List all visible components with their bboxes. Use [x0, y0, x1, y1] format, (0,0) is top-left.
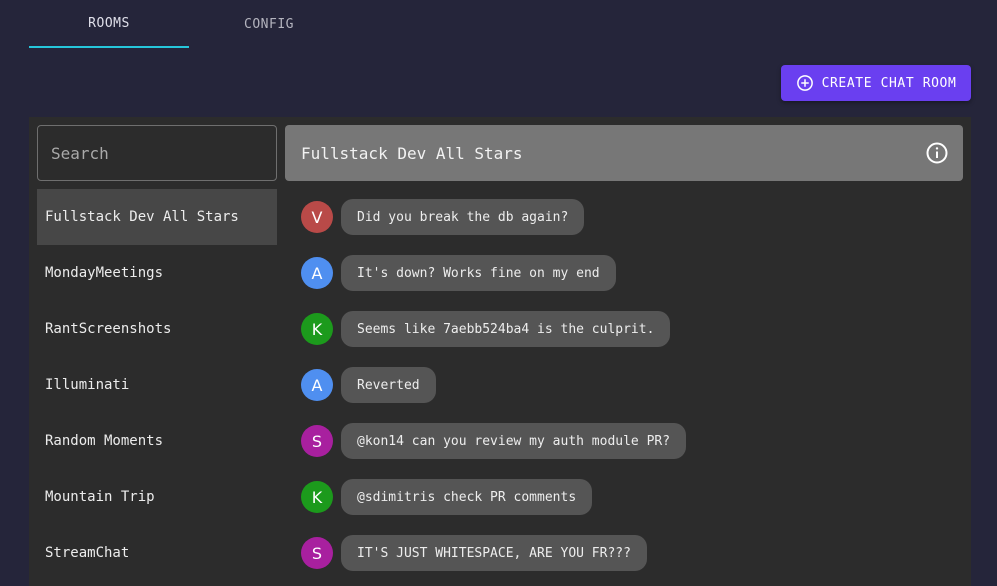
avatar: A [301, 257, 333, 289]
message-row: A Reverted [301, 357, 961, 413]
room-item-streamchat[interactable]: StreamChat [37, 525, 277, 581]
message-bubble: Seems like 7aebb524ba4 is the culprit. [341, 311, 671, 347]
room-list: Fullstack Dev All Stars MondayMeetings R… [37, 189, 277, 581]
chat-panel: Fullstack Dev All Stars MondayMeetings R… [29, 117, 971, 586]
message-row: A It's down? Works fine on my end [301, 245, 961, 301]
message-bubble: Did you break the db again? [341, 199, 585, 235]
avatar: A [301, 369, 333, 401]
avatar: S [301, 537, 333, 569]
tab-config[interactable]: CONFIG [189, 0, 349, 48]
message-row: K Seems like 7aebb524ba4 is the culprit. [301, 301, 961, 357]
plus-circle-icon [796, 74, 814, 92]
chat-header: Fullstack Dev All Stars [285, 125, 963, 181]
info-icon[interactable] [925, 141, 949, 165]
room-item-rantscreenshots[interactable]: RantScreenshots [37, 301, 277, 357]
avatar: K [301, 481, 333, 513]
message-row: S IT'S JUST WHITESPACE, ARE YOU FR??? [301, 525, 961, 581]
message-row: K @sdimitris check PR comments [301, 469, 961, 525]
tab-rooms[interactable]: ROOMS [29, 0, 189, 48]
room-item-illuminati[interactable]: Illuminati [37, 357, 277, 413]
message-bubble: It's down? Works fine on my end [341, 255, 616, 291]
room-item-mountain-trip[interactable]: Mountain Trip [37, 469, 277, 525]
search-input[interactable] [37, 125, 277, 181]
message-bubble: @sdimitris check PR comments [341, 479, 593, 515]
room-item-random-moments[interactable]: Random Moments [37, 413, 277, 469]
avatar: V [301, 201, 333, 233]
create-chat-room-label: CREATE CHAT ROOM [821, 75, 957, 91]
tab-bar: ROOMS CONFIG [29, 0, 349, 48]
message-row: V Did you break the db again? [301, 189, 961, 245]
message-list: V Did you break the db again? A It's dow… [301, 189, 961, 581]
message-row: S @kon14 can you review my auth module P… [301, 413, 961, 469]
chat-title: Fullstack Dev All Stars [301, 143, 523, 163]
room-item-mondaymeetings[interactable]: MondayMeetings [37, 245, 277, 301]
avatar: S [301, 425, 333, 457]
message-bubble: Reverted [341, 367, 436, 403]
message-bubble: IT'S JUST WHITESPACE, ARE YOU FR??? [341, 535, 647, 571]
room-item-fullstack-dev-all-stars[interactable]: Fullstack Dev All Stars [37, 189, 277, 245]
avatar: K [301, 313, 333, 345]
create-chat-room-button[interactable]: CREATE CHAT ROOM [781, 65, 971, 101]
message-bubble: @kon14 can you review my auth module PR? [341, 423, 687, 459]
